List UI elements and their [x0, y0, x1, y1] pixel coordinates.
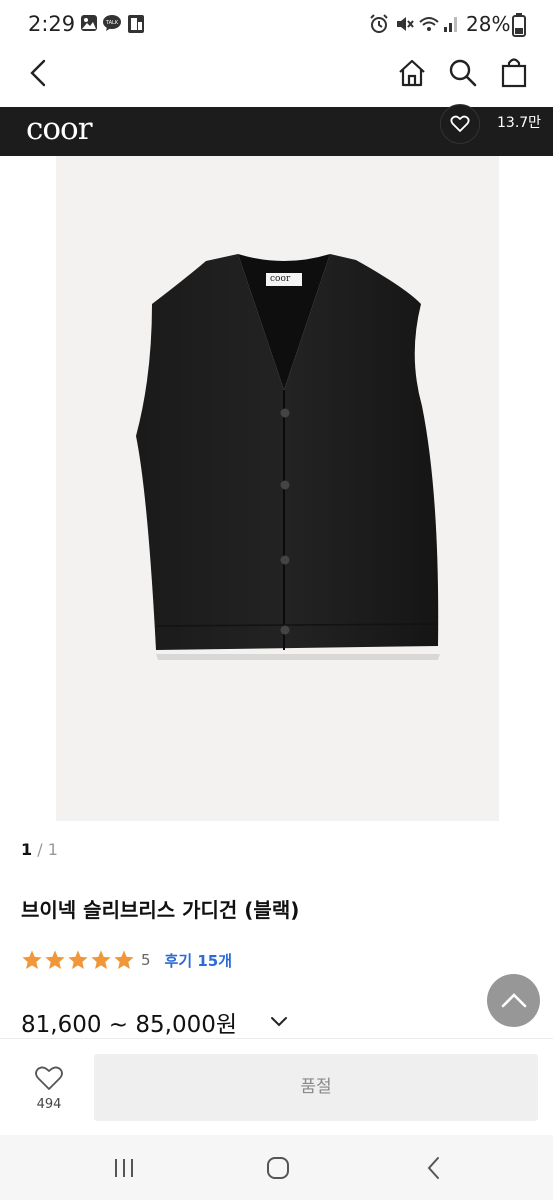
price: 81,600 ~ 85,000원: [21, 1012, 238, 1038]
star-icon: [68, 950, 88, 969]
signal-icon: [444, 17, 457, 32]
wishlist-count: 494: [36, 1097, 62, 1112]
product-title: 브이넥 슬리브리스 가디건 (블랙): [21, 898, 300, 922]
review-link[interactable]: 후기 15개: [165, 950, 233, 971]
star-rating: [21, 949, 135, 971]
svg-text:TALK: TALK: [105, 20, 119, 26]
status-time: 2:29: [28, 12, 76, 36]
image-pager: 1 / 1: [21, 840, 58, 859]
star-icon: [45, 950, 65, 969]
soldout-button: 품절: [94, 1054, 538, 1121]
vest-photo: [136, 254, 440, 660]
mute-icon: [397, 17, 414, 31]
back-icon[interactable]: [26, 58, 52, 88]
system-navigation-bar: [0, 1135, 553, 1200]
alarm-icon: [370, 14, 388, 33]
scroll-to-top-button[interactable]: [487, 974, 540, 1027]
nav-bar: [0, 52, 553, 108]
battery-icon: [512, 13, 526, 37]
vest-label-text: coor: [270, 274, 291, 284]
chevron-down-icon[interactable]: [269, 1015, 289, 1029]
heart-icon: [450, 115, 470, 132]
search-icon[interactable]: [448, 58, 478, 88]
home-icon[interactable]: [397, 58, 427, 88]
kakaotalk-notification-icon: TALK: [103, 15, 121, 31]
status-bar: 2:29 TALK 28%: [0, 0, 553, 52]
brand-like-button[interactable]: [440, 104, 480, 144]
battery-percent: 28%: [466, 12, 511, 36]
rating-score: 5: [141, 951, 151, 969]
shopping-bag-icon[interactable]: [500, 56, 528, 88]
gallery-notification-icon: [81, 15, 97, 31]
wishlist-heart-icon[interactable]: [34, 1065, 64, 1092]
rating-row: 5 후기 15개: [21, 945, 232, 975]
recent-apps-icon[interactable]: [112, 1157, 136, 1179]
chevron-up-icon: [501, 993, 527, 1008]
wifi-icon: [419, 17, 439, 31]
pager-current: 1: [21, 840, 33, 859]
star-icon: [22, 950, 42, 969]
system-back-icon[interactable]: [424, 1155, 444, 1181]
brand-logo[interactable]: coor: [26, 107, 93, 151]
brand-like-count: 13.7만: [497, 115, 542, 131]
star-icon: [114, 950, 134, 969]
pager-total: / 1: [32, 840, 58, 859]
product-image[interactable]: coor: [56, 156, 499, 821]
home-button-icon[interactable]: [265, 1155, 291, 1181]
app-notification-icon: [128, 15, 144, 33]
star-icon: [91, 950, 111, 969]
